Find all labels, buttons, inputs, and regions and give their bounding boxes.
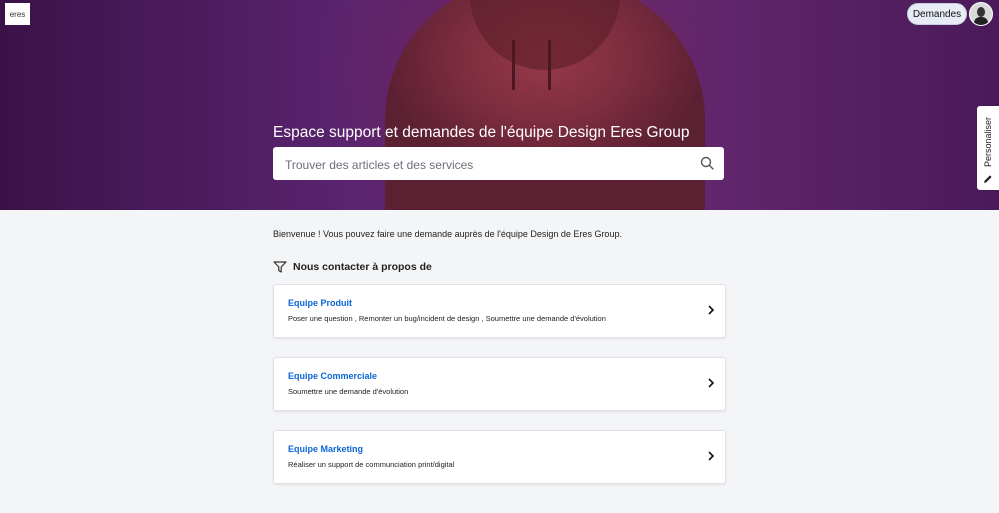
card-description: Soumettre une demande d'évolution (288, 387, 409, 396)
requests-button[interactable]: Demandes (907, 3, 967, 25)
card-title[interactable]: Equipe Produit (288, 298, 352, 308)
card-equipe-produit[interactable]: Equipe Produit Poser une question , Remo… (273, 284, 726, 338)
personalise-tab[interactable]: Personaliser (977, 106, 999, 190)
personalise-label: Personaliser (983, 116, 993, 168)
card-description: Réaliser un support de communciation pri… (288, 460, 455, 469)
search-input[interactable] (283, 147, 687, 182)
logo[interactable]: eres (5, 3, 30, 25)
pencil-icon (984, 175, 992, 183)
card-title[interactable]: Equipe Commerciale (288, 371, 377, 381)
chevron-right-icon (708, 451, 715, 461)
card-title[interactable]: Equipe Marketing (288, 444, 363, 454)
section-heading: Nous contacter à propos de (273, 261, 432, 273)
page-title: Espace support et demandes de l'équipe D… (273, 124, 690, 141)
section-title: Nous contacter à propos de (293, 261, 432, 273)
search-icon[interactable] (700, 156, 714, 170)
search-bar (273, 147, 724, 182)
welcome-text: Bienvenue ! Vous pouvez faire une demand… (273, 229, 622, 239)
card-equipe-marketing[interactable]: Equipe Marketing Réaliser un support de … (273, 430, 726, 484)
chevron-right-icon (708, 305, 715, 315)
card-equipe-commerciale[interactable]: Equipe Commerciale Soumettre une demande… (273, 357, 726, 411)
card-description: Poser une question , Remonter un bug/inc… (288, 314, 606, 323)
filter-icon (273, 261, 287, 273)
avatar[interactable] (969, 2, 993, 26)
chevron-right-icon (708, 378, 715, 388)
